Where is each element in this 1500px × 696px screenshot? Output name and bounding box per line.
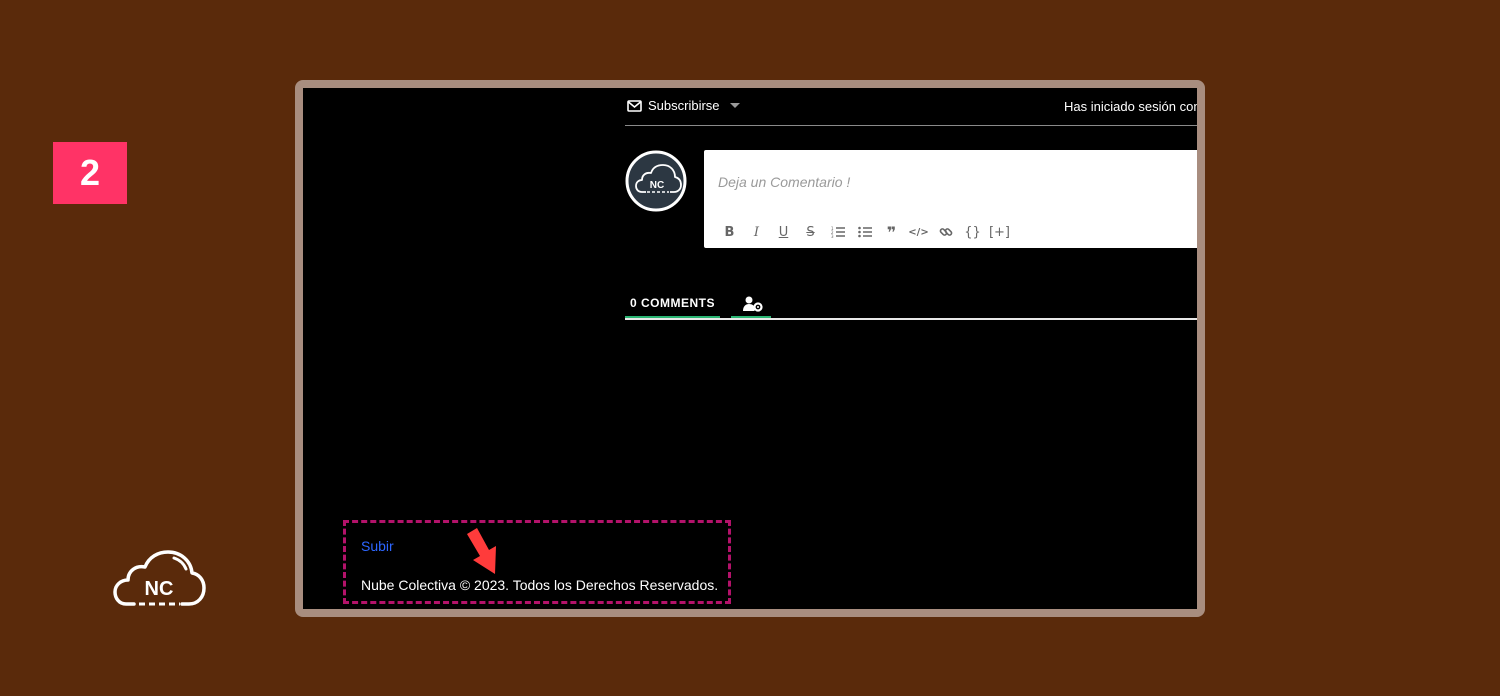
logged-in-text: Has iniciado sesión com <box>1064 99 1197 114</box>
comment-input[interactable] <box>704 150 1197 214</box>
italic-icon[interactable]: I <box>743 223 770 241</box>
spoiler-icon[interactable]: [+] <box>986 223 1013 241</box>
editor-toolbar: B I U S 123 ❞ </> {} [+] <box>716 223 1013 242</box>
step-badge: 2 <box>53 142 127 204</box>
code-icon[interactable]: </> <box>905 223 932 241</box>
subscribe-button[interactable]: Subscribirse <box>627 98 740 113</box>
cloud-logo-icon: NC <box>113 550 206 606</box>
comment-editor: B I U S 123 ❞ </> {} [+] <box>704 150 1197 248</box>
envelope-icon <box>627 99 642 112</box>
avatar-text: NC <box>650 180 664 191</box>
logo-text: NC <box>145 578 174 600</box>
strikethrough-icon[interactable]: S <box>797 223 824 241</box>
svg-text:3: 3 <box>831 234 834 238</box>
unordered-list-icon[interactable] <box>851 223 878 241</box>
code-block-icon[interactable]: {} <box>959 223 986 241</box>
underline-icon[interactable]: U <box>770 223 797 241</box>
tab-comments-count[interactable]: 0 COMMENTS <box>625 293 721 318</box>
avatar: NC <box>625 150 687 212</box>
subscribe-label: Subscribirse <box>648 98 720 113</box>
caret-down-icon <box>729 103 740 108</box>
pointer-arrow-icon <box>467 528 496 574</box>
comments-topbar: Subscribirse Has iniciado sesión com <box>625 88 1197 126</box>
bold-icon[interactable]: B <box>716 223 743 241</box>
subir-link[interactable]: Subir <box>361 538 394 554</box>
page-screen: Subscribirse Has iniciado sesión com NC … <box>303 88 1197 609</box>
quote-icon[interactable]: ❞ <box>878 223 905 242</box>
copyright-text: Nube Colectiva © 2023. Todos los Derecho… <box>361 577 719 593</box>
screenshot-frame: Subscribirse Has iniciado sesión com NC … <box>295 80 1205 617</box>
user-settings-icon <box>743 296 763 312</box>
link-icon[interactable] <box>932 223 959 241</box>
ordered-list-icon[interactable]: 123 <box>824 223 851 241</box>
tab-user-settings[interactable] <box>731 293 771 318</box>
comments-tabs: 0 COMMENTS <box>625 293 1197 320</box>
